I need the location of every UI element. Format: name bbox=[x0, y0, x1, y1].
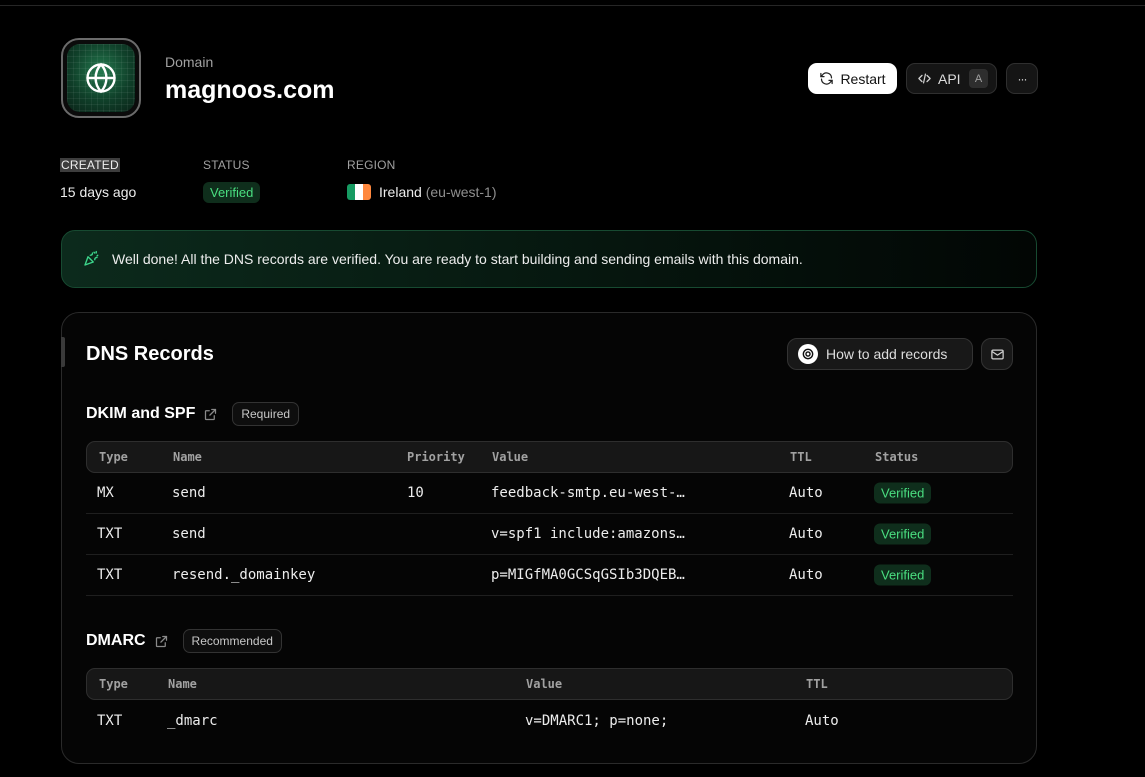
col-type: Type bbox=[99, 677, 128, 691]
mail-icon bbox=[990, 349, 1004, 359]
top-divider bbox=[0, 5, 1145, 6]
table-row: TXT send v=spf1 include:amazons… Auto Ve… bbox=[86, 514, 1013, 555]
success-banner: Well done! All the DNS records are verif… bbox=[61, 230, 1037, 288]
cell-ttl: Auto bbox=[789, 567, 823, 583]
col-status: Status bbox=[875, 450, 919, 464]
cell-name[interactable]: send bbox=[172, 526, 206, 542]
col-type: Type bbox=[99, 450, 128, 464]
cell-value[interactable]: v=DMARC1; p=none; bbox=[525, 713, 668, 729]
status-value: Verified bbox=[203, 182, 261, 203]
more-icon: ··· bbox=[1017, 71, 1028, 86]
code-icon bbox=[918, 73, 931, 84]
external-link-icon[interactable] bbox=[203, 407, 218, 422]
table-header: Type Name Priority Value TTL Status bbox=[86, 441, 1013, 473]
region-name: Ireland bbox=[379, 184, 422, 200]
cell-priority: 10 bbox=[407, 485, 424, 501]
cell-value[interactable]: v=spf1 include:amazons… bbox=[491, 526, 685, 542]
cell-name[interactable]: resend._domainkey bbox=[172, 567, 315, 583]
created-value: 15 days ago bbox=[60, 184, 137, 200]
cell-type: TXT bbox=[97, 526, 123, 542]
table-header: Type Name Value TTL bbox=[86, 668, 1013, 700]
provider-logo-icon bbox=[798, 344, 818, 364]
dns-records-title: DNS Records bbox=[86, 343, 214, 365]
ireland-flag-icon bbox=[347, 184, 371, 200]
table-row: TXT resend._domainkey p=MIGfMA0GCSqGSIb3… bbox=[86, 555, 1013, 596]
cell-name[interactable]: _dmarc bbox=[167, 713, 218, 729]
col-priority: Priority bbox=[407, 450, 465, 464]
dmarc-title: DMARC bbox=[86, 632, 146, 649]
dkim-spf-table: Type Name Priority Value TTL Status MX s… bbox=[86, 441, 1013, 596]
verified-badge: Verified bbox=[874, 482, 932, 504]
region-code: (eu-west-1) bbox=[425, 184, 497, 200]
col-name: Name bbox=[173, 450, 202, 464]
globe-icon bbox=[86, 62, 116, 94]
dmarc-table: Type Name Value TTL TXT _dmarc v=DMARC1;… bbox=[86, 668, 1013, 741]
page-title: magnoos.com bbox=[165, 76, 335, 104]
cell-ttl: Auto bbox=[789, 485, 823, 501]
dns-records-card: DNS Records How to add records DKIM and … bbox=[61, 312, 1037, 764]
table-row: MX send 10 feedback-smtp.eu-west-… Auto … bbox=[86, 473, 1013, 514]
header-actions: Restart API A ··· bbox=[808, 63, 1038, 94]
col-value: Value bbox=[526, 677, 563, 691]
api-label: API bbox=[938, 70, 961, 87]
created-label: CREATED bbox=[60, 158, 120, 172]
cell-type: TXT bbox=[97, 712, 123, 729]
domain-avatar bbox=[61, 38, 141, 118]
dkim-spf-section-header: DKIM and SPF Required bbox=[86, 402, 300, 426]
cell-value[interactable]: p=MIGfMA0GCSqGSIb3DQEB… bbox=[491, 567, 685, 583]
cell-ttl: Auto bbox=[789, 526, 823, 542]
col-ttl: TTL bbox=[790, 450, 812, 464]
col-name: Name bbox=[168, 677, 197, 691]
dmarc-section-header: DMARC Recommended bbox=[86, 629, 282, 653]
refresh-icon bbox=[820, 72, 834, 85]
col-value: Value bbox=[492, 450, 529, 464]
page-eyebrow: Domain bbox=[165, 54, 214, 70]
banner-text: Well done! All the DNS records are verif… bbox=[112, 251, 803, 267]
region-value: Ireland (eu-west-1) bbox=[347, 184, 497, 200]
region-label: REGION bbox=[347, 158, 396, 172]
restart-label: Restart bbox=[840, 70, 886, 87]
cell-ttl: Auto bbox=[805, 712, 839, 729]
cell-status: Verified bbox=[874, 523, 932, 545]
cell-status: Verified bbox=[874, 564, 932, 586]
required-badge: Required bbox=[232, 402, 300, 426]
party-popper-icon bbox=[84, 250, 99, 266]
how-to-add-records-button[interactable]: How to add records bbox=[787, 338, 973, 370]
api-shortcut-key: A bbox=[969, 69, 988, 88]
verified-badge: Verified bbox=[874, 564, 932, 586]
recommended-badge: Recommended bbox=[182, 629, 282, 653]
status-label: STATUS bbox=[203, 158, 250, 172]
verified-badge: Verified bbox=[874, 523, 932, 545]
cell-status: Verified bbox=[874, 482, 932, 504]
restart-button[interactable]: Restart bbox=[808, 63, 897, 94]
cell-value[interactable]: feedback-smtp.eu-west-… bbox=[491, 485, 685, 501]
api-button[interactable]: API A bbox=[906, 63, 997, 94]
cell-name[interactable]: send bbox=[172, 485, 206, 501]
email-records-button[interactable] bbox=[981, 338, 1013, 370]
status-badge: Verified bbox=[203, 182, 261, 203]
col-ttl: TTL bbox=[806, 677, 828, 691]
more-options-button[interactable]: ··· bbox=[1006, 63, 1038, 94]
external-link-icon[interactable] bbox=[154, 634, 169, 649]
cell-type: TXT bbox=[97, 567, 123, 583]
card-accent-bar bbox=[61, 337, 65, 367]
how-to-label: How to add records bbox=[826, 346, 948, 362]
table-row: TXT _dmarc v=DMARC1; p=none; Auto bbox=[86, 700, 1013, 741]
dkim-spf-title: DKIM and SPF bbox=[86, 405, 196, 422]
cell-type: MX bbox=[97, 485, 114, 501]
